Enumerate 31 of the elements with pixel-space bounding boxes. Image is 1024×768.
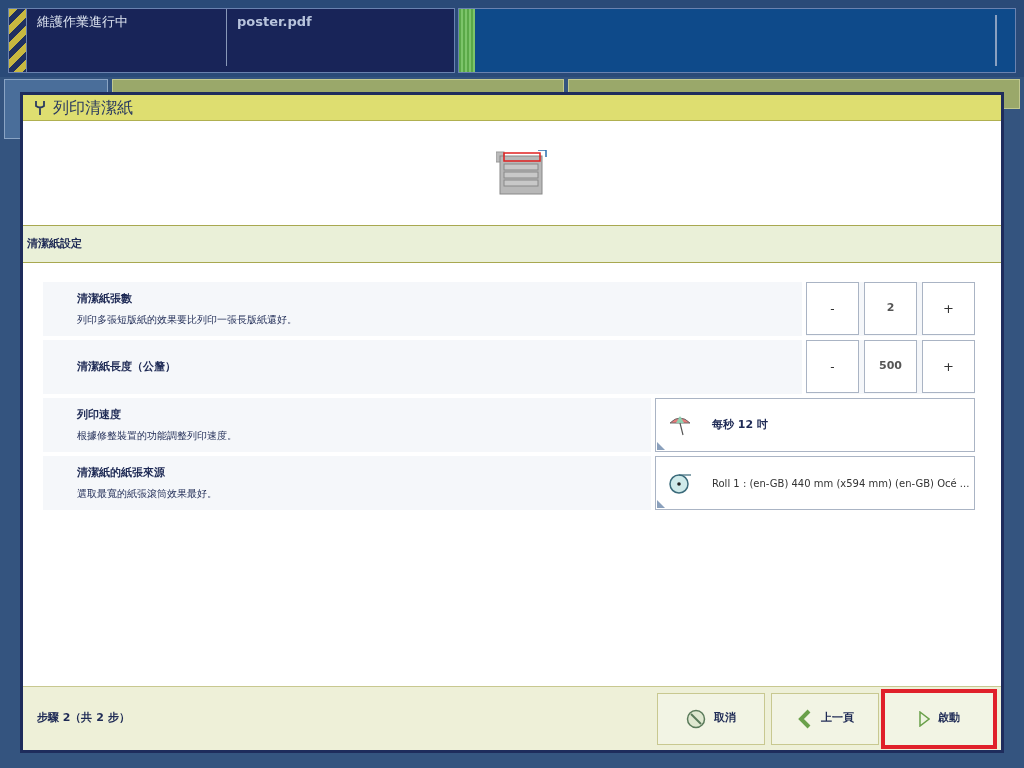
paper-roll-icon <box>668 471 692 495</box>
corner-mark-icon <box>657 442 665 450</box>
status-text: 維護作業進行中 <box>27 9 227 66</box>
progress-indicator <box>459 9 475 72</box>
decrement-button[interactable]: - <box>806 282 859 335</box>
dialog-title: 列印清潔紙 <box>53 96 133 119</box>
setting-label: 列印速度 <box>77 407 122 424</box>
cancel-icon <box>686 708 706 729</box>
setting-label: 清潔紙張數 <box>77 291 133 308</box>
setting-description: 列印多張短版紙的效果要比列印一張長版紙還好。 <box>77 312 298 327</box>
decrement-button[interactable]: - <box>806 340 859 393</box>
footer-button[interactable]: 上一頁 <box>771 692 879 745</box>
setting-label: 清潔紙長度（公釐） <box>77 358 177 375</box>
increment-button[interactable]: + <box>922 340 975 393</box>
wrench-icon <box>33 99 47 116</box>
value-field[interactable]: 500 <box>864 340 917 393</box>
selector-button[interactable]: Roll 1 : (en-GB) 440 mm (x594 mm) (en-GB) Océ ... <box>655 456 975 510</box>
setting-label: 清潔紙的紙張來源 <box>77 465 166 482</box>
step-indicator: 步驟 2（共 2 步） <box>37 710 131 727</box>
value-field[interactable]: 2 <box>864 282 917 335</box>
selector-button[interactable]: 每秒 12 吋 <box>655 398 975 452</box>
printer-icon <box>496 150 548 196</box>
setting-description: 選取最寬的紙張滾筒效果最好。 <box>77 486 218 501</box>
play-icon <box>918 710 930 727</box>
corner-mark-icon <box>657 500 665 508</box>
section-title: 清潔紙設定 <box>27 235 82 252</box>
setting-description: 根據修整裝置的功能調整列印速度。 <box>77 428 238 443</box>
job-name: poster.pdf <box>237 13 312 31</box>
footer-button[interactable]: 取消 <box>657 692 765 745</box>
chevron-left-icon <box>796 708 813 729</box>
increment-button[interactable]: + <box>922 282 975 335</box>
